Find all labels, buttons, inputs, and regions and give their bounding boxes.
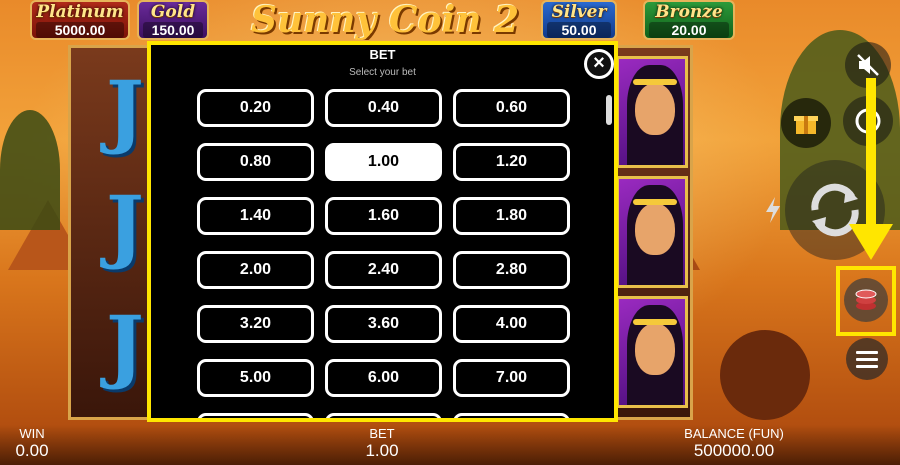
bet-value: 1.00 xyxy=(365,441,399,460)
gift-icon xyxy=(794,116,818,134)
menu-button[interactable] xyxy=(846,338,888,380)
close-icon: × xyxy=(593,52,605,74)
bet-option-button[interactable]: 7.00 xyxy=(453,359,570,397)
cleopatra-symbol-icon xyxy=(616,176,688,288)
jackpot-value: 20.00 xyxy=(649,22,729,38)
jackpot-name: Bronze xyxy=(655,2,723,22)
bet-option-button[interactable]: 5.00 xyxy=(197,359,314,397)
jackpot-bronze: Bronze 20.00 xyxy=(643,0,735,40)
bet-option-button[interactable] xyxy=(325,413,442,418)
cleopatra-symbol-icon xyxy=(616,56,688,168)
bet-option-button[interactable]: 1.20 xyxy=(453,143,570,181)
game-logo: Sunny Coin 2 xyxy=(250,0,520,40)
bet-option-button[interactable]: 3.20 xyxy=(197,305,314,343)
bet-button-highlight xyxy=(836,266,896,336)
modal-title: BET xyxy=(369,47,396,62)
vase-decoration xyxy=(720,330,810,420)
jackpot-gold: Gold 150.00 xyxy=(137,0,209,40)
bet-option-button[interactable]: 2.40 xyxy=(325,251,442,289)
gift-button[interactable] xyxy=(781,98,831,148)
symbol-j-icon: J xyxy=(106,178,144,272)
bet-option-button[interactable] xyxy=(197,413,314,418)
turbo-button[interactable] xyxy=(758,190,788,230)
close-button[interactable]: × xyxy=(584,49,614,79)
bet-option-button[interactable]: 1.60 xyxy=(325,197,442,235)
guide-arrow-shaft xyxy=(866,78,876,228)
sound-muted-icon xyxy=(857,54,879,76)
win-value: 0.00 xyxy=(15,441,49,460)
footer-bar: WIN 0.00 BET 1.00 BALANCE (FUN) 500000.0… xyxy=(0,425,900,465)
bet-display: BET 1.00 xyxy=(352,427,412,461)
jackpot-name: Gold xyxy=(150,2,196,22)
balance-value: 500000.00 xyxy=(693,441,775,460)
jackpot-name: Platinum xyxy=(36,2,124,22)
scrollbar[interactable] xyxy=(606,95,612,125)
jackpot-silver: Silver 50.00 xyxy=(541,0,617,40)
cleopatra-symbol-icon xyxy=(616,296,688,408)
bet-option-button[interactable]: 2.00 xyxy=(197,251,314,289)
bet-option-button[interactable]: 0.60 xyxy=(453,89,570,127)
bet-option-button[interactable]: 0.20 xyxy=(197,89,314,127)
bet-option-button[interactable]: 1.40 xyxy=(197,197,314,235)
win-label: WIN xyxy=(19,426,45,441)
symbol-j-icon: J xyxy=(106,63,144,157)
menu-icon xyxy=(856,351,878,368)
jackpot-platinum: Platinum 5000.00 xyxy=(30,0,130,40)
balance-label: BALANCE (FUN) xyxy=(684,426,784,441)
palm-decoration xyxy=(0,110,60,230)
lightning-icon xyxy=(766,197,780,223)
symbol-j-icon: J xyxy=(106,298,144,392)
jackpot-value: 5000.00 xyxy=(36,22,124,38)
bet-option-button[interactable]: 6.00 xyxy=(325,359,442,397)
bet-modal: BET Select your bet × 0.20 0.40 0.60 0.80 1.… xyxy=(147,41,618,422)
bet-option-button[interactable]: 1.00 xyxy=(325,143,442,181)
jackpot-value: 50.00 xyxy=(547,22,611,38)
bet-option-button[interactable]: 0.80 xyxy=(197,143,314,181)
jackpot-value: 150.00 xyxy=(143,22,203,38)
win-display: WIN 0.00 xyxy=(12,427,52,461)
bet-option-button[interactable]: 2.80 xyxy=(453,251,570,289)
bet-label: BET xyxy=(369,426,395,441)
bet-option-button[interactable]: 1.80 xyxy=(453,197,570,235)
jackpot-name: Silver xyxy=(551,2,607,22)
bet-option-button[interactable]: 4.00 xyxy=(453,305,570,343)
bet-option-button[interactable]: 0.40 xyxy=(325,89,442,127)
modal-subtitle: Select your bet xyxy=(349,67,416,78)
bet-option-button[interactable]: 3.60 xyxy=(325,305,442,343)
balance-display: BALANCE (FUN) 500000.00 xyxy=(674,427,794,461)
bet-option-button[interactable] xyxy=(453,413,570,418)
guide-arrow-head xyxy=(849,224,893,260)
